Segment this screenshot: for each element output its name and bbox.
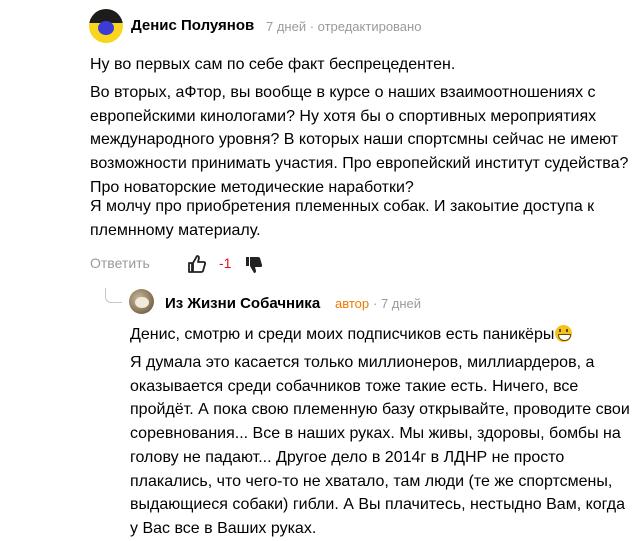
- reply-paragraph: Денис, смотрю и среди моих подписчиков е…: [130, 323, 630, 347]
- reply-button[interactable]: Ответить: [90, 255, 150, 271]
- comment-author[interactable]: Денис Полуянов: [131, 17, 254, 34]
- avatar-face: [98, 21, 114, 35]
- comment-paragraph: Ну во первых сам по себе факт беспрецеде…: [90, 56, 456, 73]
- comment-paragraph: Я молчу про приобретения племенных собак…: [90, 198, 595, 239]
- reply-paragraph: Я думала это касается только миллионеров…: [130, 354, 630, 537]
- thread-connector: [105, 288, 122, 303]
- comment-actions: Ответить -1: [90, 254, 490, 276]
- reply-avatar[interactable]: [129, 289, 154, 314]
- comment-meta: 7 дней · отредактировано: [266, 19, 422, 34]
- avatar[interactable]: [89, 9, 123, 43]
- reply-author[interactable]: Из Жизни Собачника: [165, 295, 320, 312]
- comment-score: -1: [219, 255, 232, 271]
- author-badge: автор: [335, 296, 370, 311]
- avatar-dog: [135, 297, 149, 308]
- comment-paragraph: Во вторых, аФтор, вы вообще в курсе о на…: [90, 84, 629, 196]
- reply-paragraph-text: Денис, смотрю и среди моих подписчиков е…: [130, 326, 555, 343]
- reply-meta: · 7 дней: [373, 296, 422, 311]
- thumbs-down-icon[interactable]: [244, 255, 264, 275]
- thumbs-up-icon[interactable]: [187, 254, 207, 274]
- grinning-emoji-icon: [555, 325, 573, 342]
